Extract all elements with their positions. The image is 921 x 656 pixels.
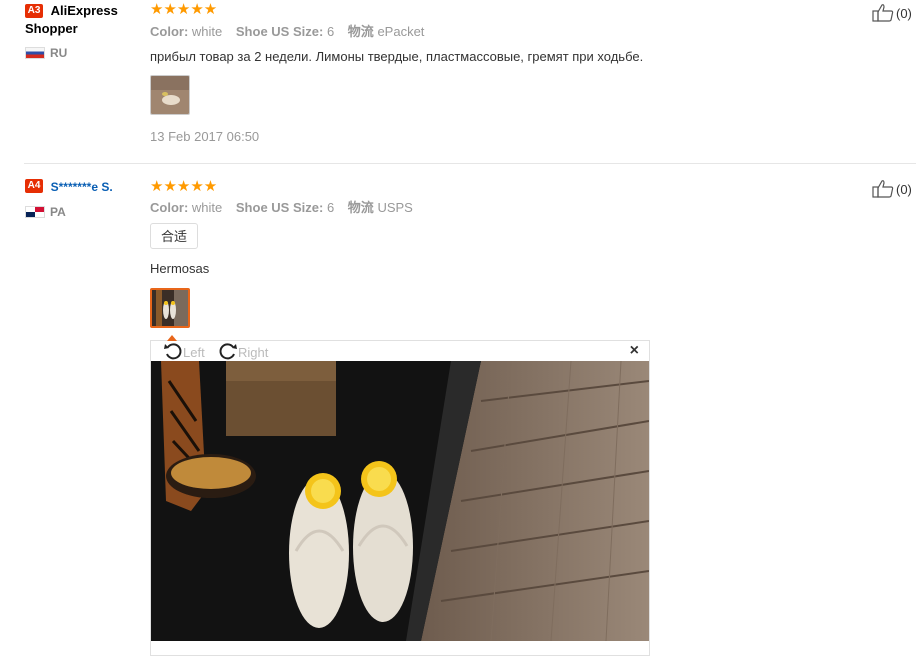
buyer-level-badge: A3 — [25, 4, 43, 18]
useful-button[interactable]: (0) — [872, 3, 912, 22]
close-icon[interactable]: × — [630, 342, 639, 360]
rotate-right-icon — [219, 343, 237, 360]
rotate-right-label: Right — [238, 345, 269, 360]
thumbs-up-icon — [872, 180, 894, 198]
review-content: ★★★★★ Color: white Shoe US Size: 6 物流 US… — [150, 179, 850, 328]
color-label: Color: — [150, 24, 189, 39]
feedback-text: Hermosas — [150, 261, 210, 276]
size-label: Shoe US Size: — [235, 200, 324, 215]
color-label: Color: — [150, 200, 189, 215]
star-rating: ★★★★★ — [150, 178, 218, 195]
color-value: white — [191, 200, 223, 215]
country-code: PA — [50, 205, 66, 219]
photo-viewer: Left Right × — [150, 335, 650, 656]
viewer-toolbar: Left Right × — [151, 341, 649, 361]
rotate-right-button[interactable]: Right — [218, 341, 268, 361]
buyer-country: RU — [25, 46, 145, 60]
review-item: A4 S*******e S. PA ★★★★★ Color: white Sh… — [0, 164, 921, 656]
shipping-label: 物流 — [347, 24, 374, 39]
color-value: white — [191, 24, 223, 39]
enlarged-review-photo — [151, 361, 649, 641]
feedback-text: прибыл товар за 2 недели. Лимоны твердые… — [150, 49, 644, 64]
flag-ru-icon — [25, 47, 45, 59]
size-value: 6 — [326, 200, 335, 215]
buyer-name-line: A4 S*******e S. — [25, 178, 145, 196]
buyer-level-badge: A4 — [25, 179, 43, 193]
rotate-left-button[interactable]: Left — [163, 341, 205, 361]
photo-thumbnail-image — [152, 290, 188, 326]
useful-button[interactable]: (0) — [872, 179, 912, 198]
buyer-country: PA — [25, 205, 145, 219]
photo-thumbnail-image — [151, 76, 189, 114]
country-code: RU — [50, 46, 68, 60]
order-attributes: Color: white Shoe US Size: 6 物流 USPS — [150, 200, 850, 216]
buyer-name[interactable]: S*******e S. — [51, 180, 113, 194]
shipping-value: ePacket — [377, 24, 425, 39]
buyer-info: A4 S*******e S. PA — [25, 178, 145, 219]
buyer-name-line: A3 AliExpress Shopper — [25, 2, 145, 38]
review-photo-thumbnail[interactable] — [150, 75, 190, 115]
review-item: A3 AliExpress Shopper RU ★★★★★ Color: wh… — [0, 0, 921, 163]
rotate-left-icon — [164, 343, 182, 360]
flag-pa-icon — [25, 206, 45, 218]
review-content: ★★★★★ Color: white Shoe US Size: 6 物流 eP… — [150, 2, 850, 144]
buyer-info: A3 AliExpress Shopper RU — [25, 2, 145, 60]
size-label: Shoe US Size: — [235, 24, 324, 39]
star-rating: ★★★★★ — [150, 1, 218, 18]
useful-count: (0) — [896, 6, 912, 21]
order-attributes: Color: white Shoe US Size: 6 物流 ePacket — [150, 24, 850, 40]
feedback-tag: 合适 — [150, 223, 199, 249]
tag-row: 合适 — [150, 223, 850, 249]
review-date: 13 Feb 2017 06:50 — [150, 129, 260, 144]
review-photo-thumbnail[interactable] — [150, 288, 190, 328]
thumbs-up-icon — [872, 4, 894, 22]
size-value: 6 — [326, 24, 335, 39]
shipping-value: USPS — [377, 200, 413, 215]
rotate-left-label: Left — [183, 345, 205, 360]
photo-image — [151, 361, 649, 641]
useful-count: (0) — [896, 182, 912, 197]
shipping-label: 物流 — [347, 200, 374, 215]
